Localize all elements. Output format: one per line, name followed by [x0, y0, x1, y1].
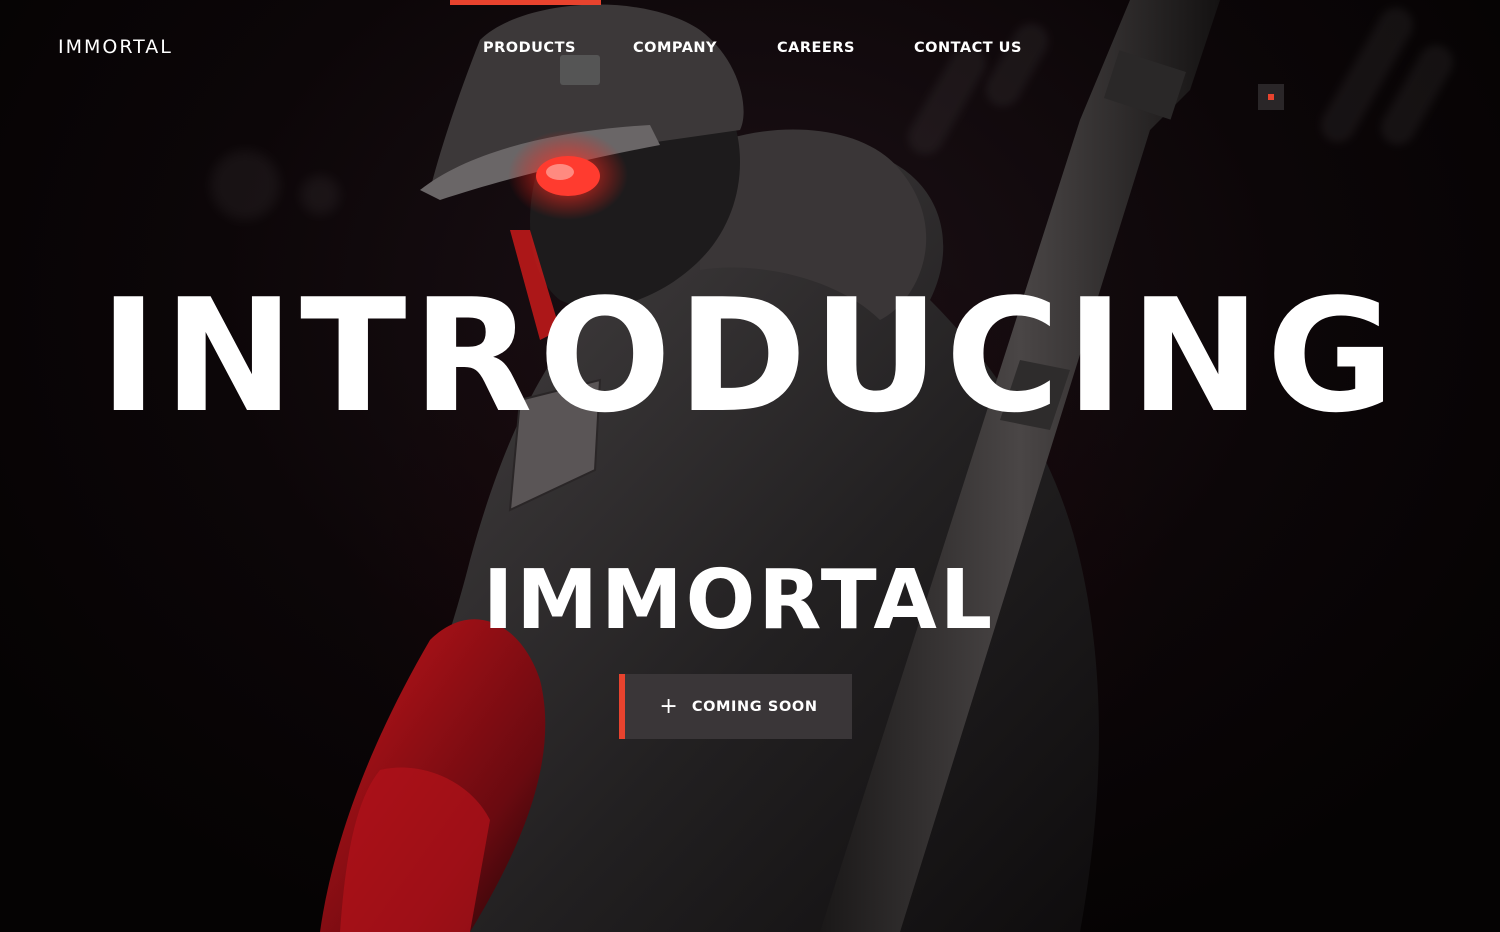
nav-item-company[interactable]: COMPANY [633, 40, 717, 56]
nav-item-products[interactable]: PRODUCTS [483, 40, 576, 56]
hero-title: IMMORTAL [482, 553, 996, 648]
coming-soon-button[interactable]: + COMING SOON [619, 674, 852, 739]
hero-headline: INTRODUCING [99, 265, 1401, 447]
nav-item-contact-us[interactable]: CONTACT US [914, 40, 1022, 56]
nav-item-careers[interactable]: CAREERS [777, 40, 855, 56]
main-nav: PRODUCTS COMPANY CAREERS CONTACT US [0, 40, 1500, 60]
hero-soldier-image [320, 0, 1220, 932]
menu-square-icon [1268, 94, 1274, 100]
menu-toggle-button[interactable] [1258, 84, 1284, 110]
coming-soon-label: COMING SOON [691, 698, 818, 715]
active-nav-indicator [450, 0, 601, 5]
plus-icon: + [659, 693, 678, 719]
landing-page: IMMORTAL PRODUCTS COMPANY CAREERS CONTAC… [0, 0, 1500, 932]
